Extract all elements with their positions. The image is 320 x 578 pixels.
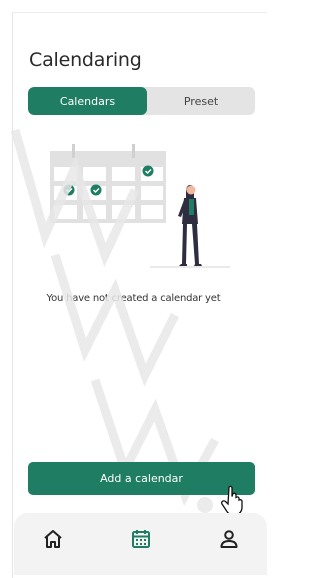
person-figure bbox=[178, 185, 202, 266]
tab-preset[interactable]: Preset bbox=[147, 87, 255, 115]
nav-calendar[interactable] bbox=[127, 525, 155, 553]
home-icon bbox=[44, 530, 62, 548]
page-title: Calendaring bbox=[29, 49, 142, 71]
empty-state-illustration bbox=[50, 144, 230, 268]
calendar-icon bbox=[132, 530, 150, 548]
nav-profile[interactable] bbox=[215, 525, 243, 553]
check-icon bbox=[142, 165, 154, 177]
user-icon bbox=[220, 530, 238, 548]
check-icon bbox=[63, 184, 75, 196]
tab-calendars[interactable]: Calendars bbox=[28, 87, 147, 115]
segmented-control: Calendars Preset bbox=[28, 87, 255, 115]
bottom-navigation bbox=[14, 513, 267, 575]
hand-cursor-icon bbox=[221, 485, 243, 513]
check-icon bbox=[90, 184, 102, 196]
nav-home[interactable] bbox=[39, 525, 67, 553]
empty-state-message: You have not created a calendar yet bbox=[46, 293, 221, 304]
